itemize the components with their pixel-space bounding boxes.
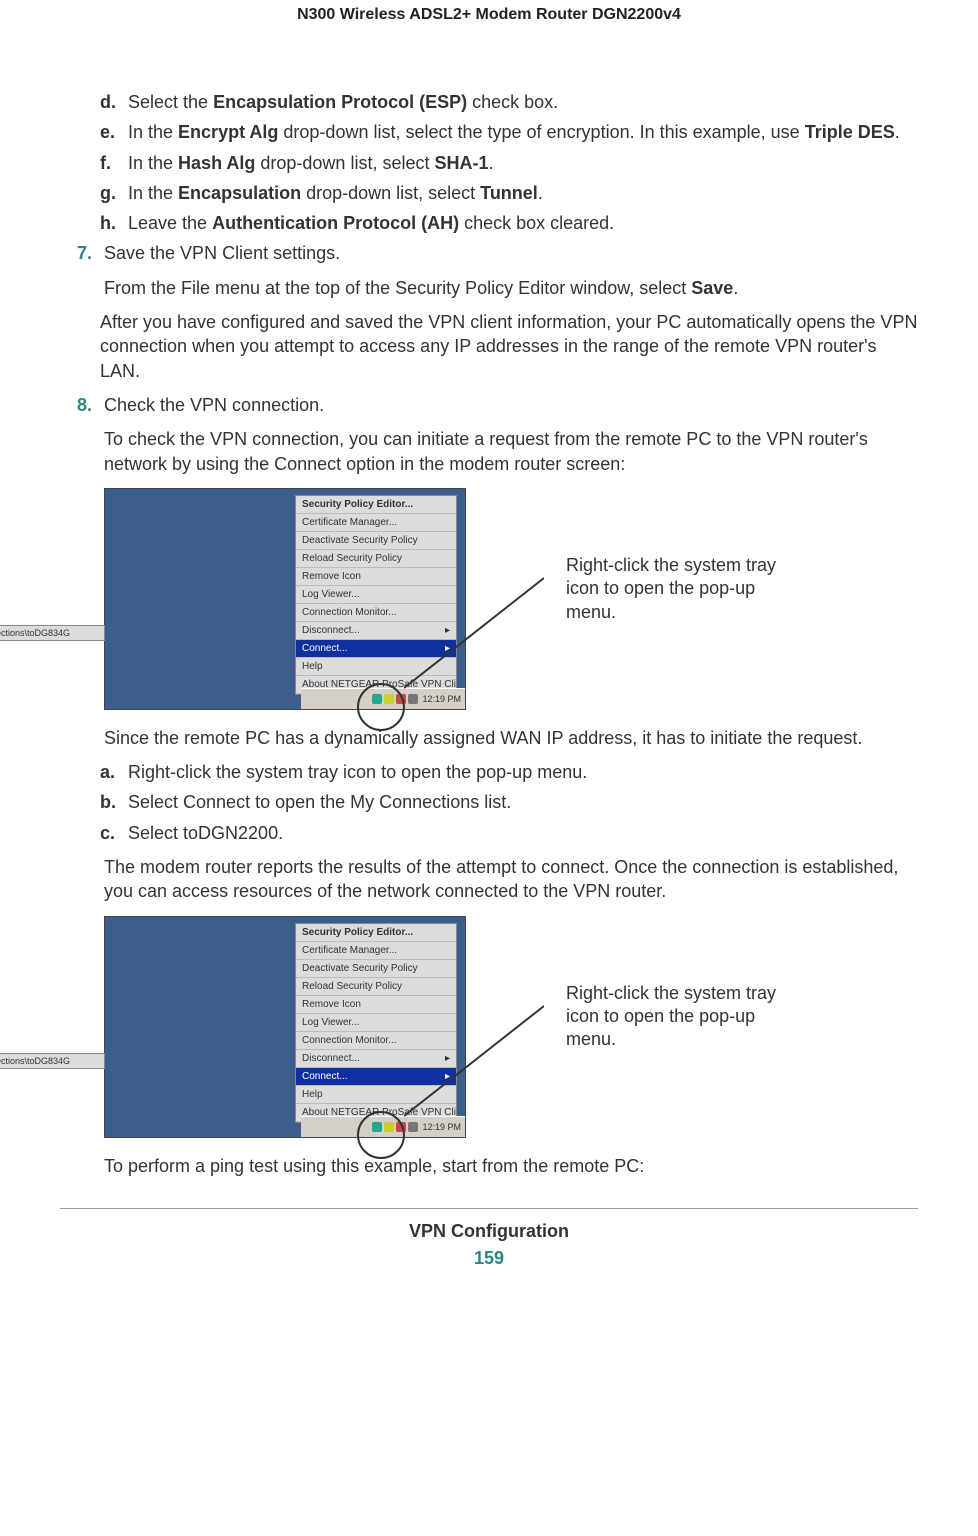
clock: 12:19 PM: [422, 1122, 461, 1132]
step-8-after-fig1: Since the remote PC has a dynamically as…: [104, 726, 918, 750]
step-7: 7. Save the VPN Client settings.: [60, 241, 918, 265]
list-item: h.Leave the Authentication Protocol (AH)…: [100, 211, 918, 235]
substep-body: Right-click the system tray icon to open…: [128, 760, 587, 784]
screenshot-tray-menu-1: Security Policy Editor...Certificate Man…: [104, 488, 466, 710]
callout-text-2: Right-click the system tray icon to open…: [566, 982, 806, 1052]
list-item: b.Select Connect to open the My Connecti…: [100, 790, 918, 814]
substeps-8-abc: a.Right-click the system tray icon to op…: [60, 760, 918, 845]
menu-item: Connect...▸: [296, 640, 456, 658]
figure-1: Security Policy Editor...Certificate Man…: [104, 488, 918, 710]
tray-icon: [408, 1122, 418, 1132]
menu-item: Disconnect...▸: [296, 1050, 456, 1068]
submenu-item: My Connections\toDG834G: [0, 626, 104, 640]
substep-marker: a.: [100, 760, 128, 784]
step-8: 8. Check the VPN connection.: [60, 393, 918, 417]
menu-item: Certificate Manager...: [296, 942, 456, 960]
menu-item: Reload Security Policy: [296, 550, 456, 568]
substep-marker: d.: [100, 90, 128, 114]
footer-section: VPN Configuration: [60, 1221, 918, 1242]
menu-item: Connection Monitor...: [296, 1032, 456, 1050]
substeps-d-h: d.Select the Encapsulation Protocol (ESP…: [60, 90, 918, 235]
menu-item: Connect...▸: [296, 1068, 456, 1086]
menu-item: Security Policy Editor...: [296, 496, 456, 514]
step-8-line1: Check the VPN connection.: [104, 393, 918, 417]
clock: 12:19 PM: [422, 694, 461, 704]
substep-marker: f.: [100, 151, 128, 175]
tray-icons: [372, 1122, 418, 1132]
page-header-title: N300 Wireless ADSL2+ Modem Router DGN220…: [60, 0, 918, 30]
menu-item: Remove Icon: [296, 568, 456, 586]
substep-marker: b.: [100, 790, 128, 814]
context-menu: Security Policy Editor...Certificate Man…: [295, 495, 457, 695]
taskbar: 12:19 PM: [301, 1116, 465, 1137]
screenshot-tray-menu-2: Security Policy Editor...Certificate Man…: [104, 916, 466, 1138]
substep-body: Select Connect to open the My Connection…: [128, 790, 511, 814]
menu-item: Remove Icon: [296, 996, 456, 1014]
substep-body: In the Hash Alg drop-down list, select S…: [128, 151, 494, 175]
tray-icon: [396, 694, 406, 704]
substep-body: In the Encrypt Alg drop-down list, selec…: [128, 120, 900, 144]
substep-body: Leave the Authentication Protocol (AH) c…: [128, 211, 614, 235]
tray-icon: [372, 1122, 382, 1132]
menu-item: Help: [296, 658, 456, 676]
menu-item: Connection Monitor...: [296, 604, 456, 622]
list-item: f.In the Hash Alg drop-down list, select…: [100, 151, 918, 175]
context-submenu: My Connections\toDG834G: [0, 1053, 105, 1069]
step-8-after-fig2: To perform a ping test using this exampl…: [104, 1154, 918, 1178]
tray-icons: [372, 694, 418, 704]
menu-item: Deactivate Security Policy: [296, 532, 456, 550]
substep-body: In the Encapsulation drop-down list, sel…: [128, 181, 543, 205]
tray-icon: [396, 1122, 406, 1132]
menu-item: Certificate Manager...: [296, 514, 456, 532]
callout-text-1: Right-click the system tray icon to open…: [566, 554, 806, 624]
menu-item: Help: [296, 1086, 456, 1104]
context-menu: Security Policy Editor...Certificate Man…: [295, 923, 457, 1123]
menu-item: Reload Security Policy: [296, 978, 456, 996]
tray-icon: [408, 694, 418, 704]
substep-marker: c.: [100, 821, 128, 845]
footer-page-number: 159: [60, 1248, 918, 1269]
substep-marker: h.: [100, 211, 128, 235]
figure-2: Security Policy Editor...Certificate Man…: [104, 916, 918, 1138]
context-submenu: My Connections\toDG834G: [0, 625, 105, 641]
tray-icon: [384, 1122, 394, 1132]
menu-item: Log Viewer...: [296, 586, 456, 604]
step-marker-8: 8.: [60, 393, 104, 417]
page-footer: VPN Configuration 159: [60, 1208, 918, 1289]
list-item: c.Select toDGN2200.: [100, 821, 918, 845]
menu-item: Log Viewer...: [296, 1014, 456, 1032]
list-item: g.In the Encapsulation drop-down list, s…: [100, 181, 918, 205]
taskbar: 12:19 PM: [301, 688, 465, 709]
substep-body: Select toDGN2200.: [128, 821, 283, 845]
tray-icon: [384, 694, 394, 704]
substep-body: Select the Encapsulation Protocol (ESP) …: [128, 90, 558, 114]
list-item: e.In the Encrypt Alg drop-down list, sel…: [100, 120, 918, 144]
step-8-line2: To check the VPN connection, you can ini…: [104, 427, 918, 476]
list-item: a.Right-click the system tray icon to op…: [100, 760, 918, 784]
menu-item: Disconnect...▸: [296, 622, 456, 640]
step-7-line1: Save the VPN Client settings.: [104, 241, 918, 265]
submenu-item: My Connections\toDG834G: [0, 1054, 104, 1068]
step-7-line3: After you have configured and saved the …: [100, 310, 918, 383]
menu-item: Deactivate Security Policy: [296, 960, 456, 978]
tray-icon: [372, 694, 382, 704]
menu-item: Security Policy Editor...: [296, 924, 456, 942]
substep-marker: e.: [100, 120, 128, 144]
step-marker-7: 7.: [60, 241, 104, 265]
list-item: d.Select the Encapsulation Protocol (ESP…: [100, 90, 918, 114]
step-7-line2: From the File menu at the top of the Sec…: [104, 276, 918, 300]
substep-marker: g.: [100, 181, 128, 205]
step-8-after-substeps: The modem router reports the results of …: [104, 855, 918, 904]
